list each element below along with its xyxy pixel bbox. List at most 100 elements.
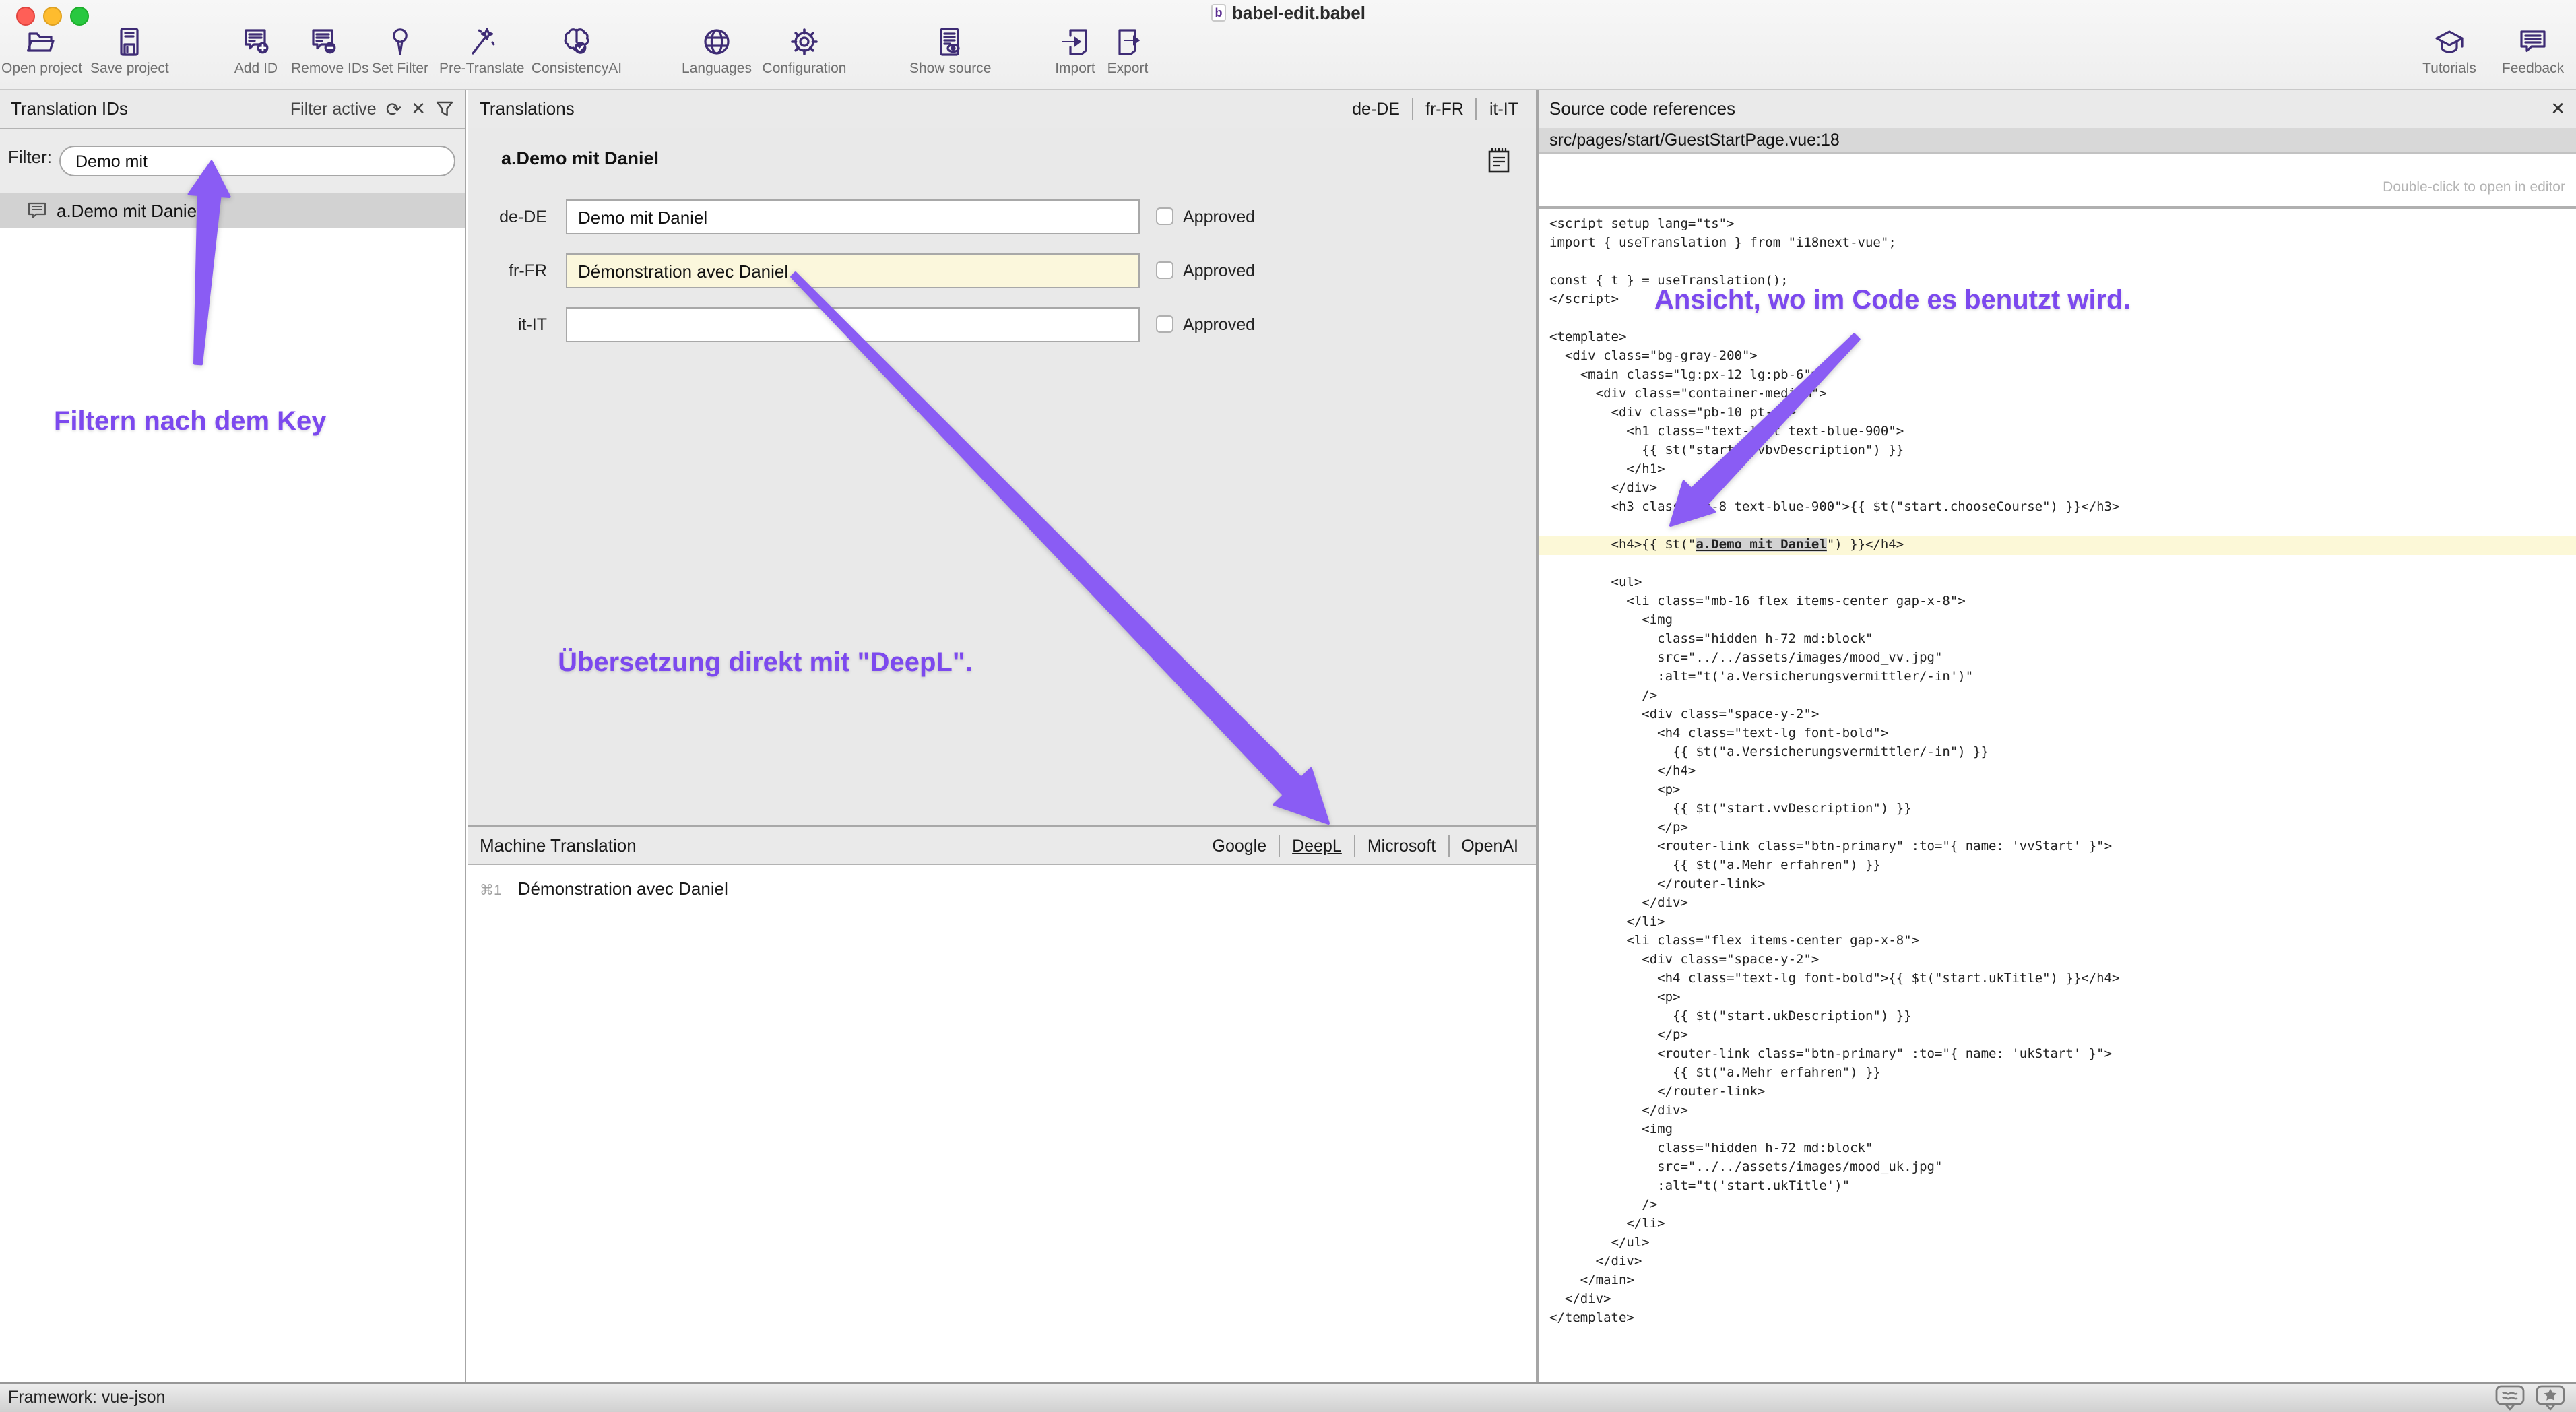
translation-ids-title: Translation IDs [11,98,128,119]
provider-tab-deepl[interactable]: DeepL [1279,835,1354,857]
approved-checkbox-it-IT[interactable] [1156,315,1173,333]
open-project-button[interactable]: Open project [1,26,79,85]
notes-icon[interactable] [1487,147,1510,174]
code-line: {{ $t("start.vvDescription") }} [1539,800,2576,819]
code-line: <img [1539,1121,2576,1140]
machine-translation-title: Machine Translation [480,835,637,856]
code-line: class="hidden h-72 md:block" [1539,1140,2576,1159]
code-line: </template> [1539,1310,2576,1328]
feedback-button[interactable]: Feedback [2498,26,2568,85]
code-line: <h4 class="text-lg font-bold"> [1539,725,2576,744]
export-icon [1112,26,1144,58]
translation-input-de-DE[interactable] [566,199,1140,234]
bubble-plus-icon [240,26,272,58]
code-line: <li class="mb-16 flex items-center gap-x… [1539,593,2576,612]
translation-key-title: a.Demo mit Daniel [501,148,659,168]
code-line: </div> [1539,1253,2576,1272]
code-line: </router-link> [1539,1083,2576,1102]
translation-input-it-IT[interactable] [566,307,1140,342]
provider-tab-google[interactable]: Google [1200,835,1279,857]
set-filter-button[interactable]: Set Filter [365,26,435,85]
provider-tab-microsoft[interactable]: Microsoft [1354,835,1448,857]
filter-label: Filter: [8,147,52,167]
translation-row-de-DE: de-DE Approved [468,199,1536,234]
magic-wand-icon [465,26,497,58]
add-id-button[interactable]: Add ID [224,26,288,85]
filter-active-label: Filter active [290,90,377,128]
code-line: <h4>{{ $t("a.Demo mit Daniel") }}</h4> [1539,536,2576,555]
code-line: {{ $t("a.Mehr erfahren") }} [1539,857,2576,876]
code-line: {{ $t("a.Mehr erfahren") }} [1539,1064,2576,1083]
code-line: src="../../assets/images/mood_uk.jpg" [1539,1159,2576,1178]
code-line: src="../../assets/images/mood_vv.jpg" [1539,649,2576,668]
code-line: <div class="pb-10 pt-4"> [1539,404,2576,423]
import-icon [1059,26,1091,58]
code-line: /> [1539,687,2576,706]
framework-label: Framework: vue-json [8,1388,165,1407]
tutorials-button[interactable]: Tutorials [2416,26,2483,85]
code-line: </ul> [1539,1234,2576,1253]
machine-translation-result[interactable]: ⌘1Démonstration avec Daniel [480,878,728,899]
source-code-title: Source code references [1549,98,1735,119]
language-tab-fr-FR[interactable]: fr-FR [1412,98,1476,120]
shortcut-badge: ⌘1 [480,882,502,899]
translation-id-item[interactable]: a.Demo mit Daniel [0,193,465,228]
filter-annotation: Filtern nach dem Key [54,407,326,438]
left-panel-divider[interactable] [465,90,466,1382]
globe-icon [701,26,733,58]
code-divider [1539,206,2576,209]
show-source-button[interactable]: Show source [909,26,990,85]
code-line: :alt="t('a.Versicherungsvermittler/-in')… [1539,668,2576,687]
configuration-button[interactable]: Configuration [761,26,847,85]
export-button[interactable]: Export [1102,26,1153,85]
refresh-icon[interactable]: ⟳ [386,90,401,128]
source-code-header: Source code references ✕ [1539,90,2576,129]
pre-translate-button[interactable]: Pre-Translate [439,26,523,85]
approved-label-de-DE: Approved [1183,199,1255,234]
code-line: <ul> [1539,574,2576,593]
code-line: <script setup lang="ts"> [1539,216,2576,234]
code-line: <template> [1539,329,2576,348]
languages-button[interactable]: Languages [679,26,754,85]
code-line: </li> [1539,1215,2576,1234]
code-line: <div class="space-y-2"> [1539,706,2576,725]
close-panel-icon[interactable]: ✕ [2550,90,2565,128]
bubble-minus-icon [307,26,340,58]
translation-input-fr-FR[interactable] [566,253,1140,288]
lang-label-fr-FR: fr-FR [468,253,547,288]
remove-ids-button[interactable]: Remove IDs [291,26,356,85]
source-reference-row[interactable]: src/pages/start/GuestStartPage.vue:18 [1539,128,2576,154]
code-line: <li class="flex items-center gap-x-8"> [1539,932,2576,951]
save-project-button[interactable]: Save project [90,26,168,85]
source-code: <script setup lang="ts">import { useTran… [1539,216,2576,1328]
code-line: <h4 class="text-lg font-bold">{{ $t("sta… [1539,970,2576,989]
import-button[interactable]: Import [1050,26,1101,85]
translation-row-it-IT: it-IT Approved [468,307,1536,342]
filter-input[interactable] [59,146,455,176]
approved-checkbox-de-DE[interactable] [1156,207,1173,225]
gear-icon [788,26,820,58]
code-line: {{ $t("start.ukDescription") }} [1539,1008,2576,1027]
code-line: </router-link> [1539,876,2576,895]
clear-filter-icon[interactable]: ✕ [411,90,426,128]
approved-checkbox-fr-FR[interactable] [1156,261,1173,279]
provider-tab-openai[interactable]: OpenAI [1448,835,1531,857]
code-line: </h1> [1539,461,2576,480]
code-line: <div class="container-medium"> [1539,385,2576,404]
filter-funnel-icon[interactable] [435,100,454,119]
babel-file-icon: b [1211,4,1225,26]
rate-star-bubble-icon[interactable] [2536,1385,2565,1411]
highlighted-translation-key[interactable]: a.Demo mit Daniel [1696,538,1826,552]
doc-eye-icon [934,26,966,58]
save-floppy-icon [113,26,146,58]
status-bar: Framework: vue-json [0,1382,2576,1412]
whats-new-bubble-icon[interactable] [2495,1385,2525,1411]
open-in-editor-hint: Double-click to open in editor [1539,179,2565,195]
language-tab-it-IT[interactable]: it-IT [1476,98,1531,120]
consistency-ai-button[interactable]: ConsistencyAI [531,26,622,85]
window-title: b babel-edit.babel [0,3,2576,23]
code-line: <main class="lg:px-12 lg:pb-6"> [1539,366,2576,385]
code-line: <router-link class="btn-primary" :to="{ … [1539,838,2576,857]
language-tab-de-DE[interactable]: de-DE [1340,98,1412,120]
code-line [1539,310,2576,329]
